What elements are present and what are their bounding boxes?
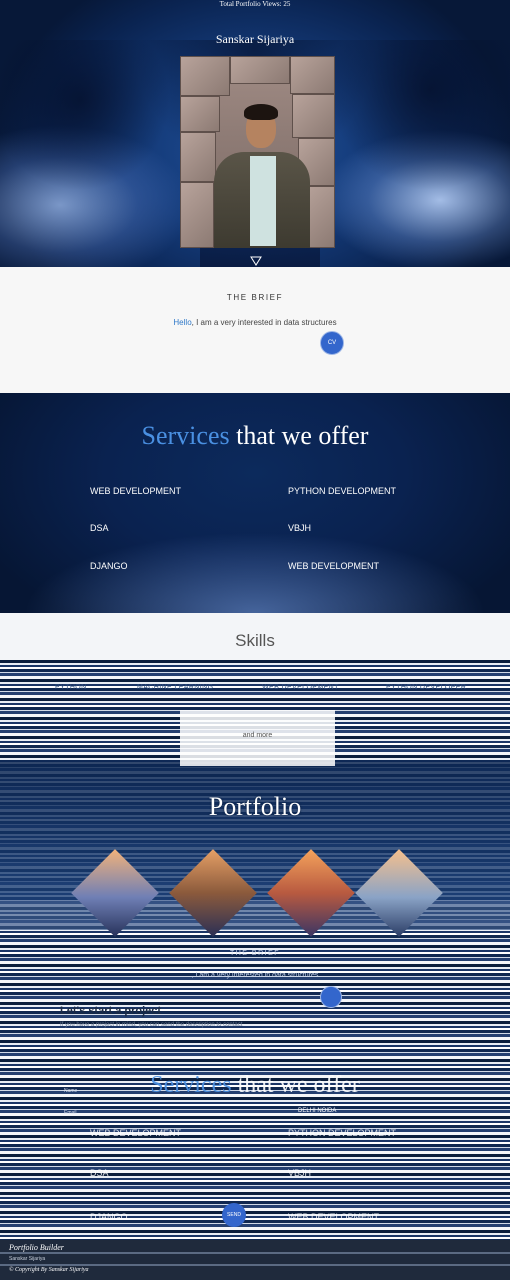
hero-section: Total Portfolio Views: 25 Sanskar Sijari… xyxy=(0,0,510,267)
portfolio-title: Portfolio xyxy=(208,792,302,821)
cv-button-echo[interactable] xyxy=(320,986,342,1008)
portfolio-background xyxy=(0,760,510,900)
service-item: VBJH xyxy=(288,523,312,533)
footer-divider xyxy=(0,1264,510,1266)
distorted-render-region: PYTHON MACHINE LEARNING WEB DEVELOPMENT … xyxy=(0,660,510,1245)
brief-text: Hello, I am a very interested in data st… xyxy=(0,318,510,327)
service-item-echo: WEB DEVELOPMENT xyxy=(90,1128,182,1138)
services-title-highlight: Services xyxy=(141,421,230,450)
profile-photo xyxy=(180,56,335,248)
service-item: WEB DEVELOPMENT xyxy=(90,486,182,496)
footer-copyright: © Copyright By Sanskar Sijariya xyxy=(9,1267,89,1273)
services-title-echo-rest: that we offer xyxy=(231,1072,360,1098)
contact-location: DELHI NOIDA xyxy=(298,1108,337,1114)
brief-section: THE BRIEF Hello, I am a very interested … xyxy=(0,267,510,393)
brief-title-echo: THE BRIEF xyxy=(229,950,281,957)
skills-title: Skills xyxy=(235,631,275,650)
skill-label: WEB DEVELOPMENT xyxy=(262,684,339,691)
service-item: WEB DEVELOPMENT xyxy=(288,561,380,571)
service-item-echo: WEB DEVELOPMENT xyxy=(288,1212,380,1222)
service-item: PYTHON DEVELOPMENT xyxy=(288,486,397,496)
skills-card-label: and more xyxy=(242,732,273,739)
services-section: Services that we offer WEB DEVELOPMENT P… xyxy=(0,393,510,613)
profile-name: Sanskar Sijariya xyxy=(215,32,295,46)
footer-divider xyxy=(0,1252,510,1254)
service-item: DJANGO xyxy=(90,561,128,571)
brief-greeting: Hello xyxy=(173,318,192,327)
footer-owner: Sanskar Sijariya xyxy=(9,1256,46,1262)
brief-title: THE BRIEF xyxy=(226,293,284,302)
service-item-echo: PYTHON DEVELOPMENT xyxy=(288,1128,397,1138)
contact-title: Let's start a project xyxy=(60,1005,162,1017)
skill-label: PYTHON xyxy=(55,684,87,691)
cv-button[interactable]: CV xyxy=(320,331,344,355)
contact-field-label: Name xyxy=(64,1088,78,1094)
skill-label: PYTHON DEVELOPER xyxy=(386,684,467,691)
contact-field-label: Email xyxy=(64,1110,77,1116)
skill-label: MACHINE LEARNING xyxy=(137,684,214,691)
service-item-echo: DSA xyxy=(90,1168,109,1178)
services-title-rest: that we offer xyxy=(229,421,369,450)
skills-section: Skills xyxy=(0,613,510,665)
brief-description: , I am a very interested in data structu… xyxy=(191,318,337,327)
services-title: Services that we offer xyxy=(0,421,510,451)
footer-brand[interactable]: Portfolio Builder xyxy=(9,1243,64,1252)
portfolio-views-counter: Total Portfolio Views: 25 xyxy=(219,0,291,8)
service-item: DSA xyxy=(90,523,109,533)
services-title-echo-highlight: Services xyxy=(150,1072,232,1098)
brief-text-echo: , I am a very interested in data structu… xyxy=(191,972,319,979)
services-title-echo: Services that we offer xyxy=(0,1072,510,1099)
service-item-echo: DJANGO xyxy=(90,1212,128,1222)
service-item-echo: VBJH xyxy=(288,1168,312,1178)
footer: Portfolio Builder Sanskar Sijariya © Cop… xyxy=(0,1240,510,1280)
contact-subtitle: If you have a project in mind, you can s… xyxy=(60,1022,243,1028)
send-button[interactable]: SEND xyxy=(222,1203,246,1227)
scroll-down-icon[interactable] xyxy=(250,256,262,266)
portfolio-background-lower xyxy=(0,900,510,930)
